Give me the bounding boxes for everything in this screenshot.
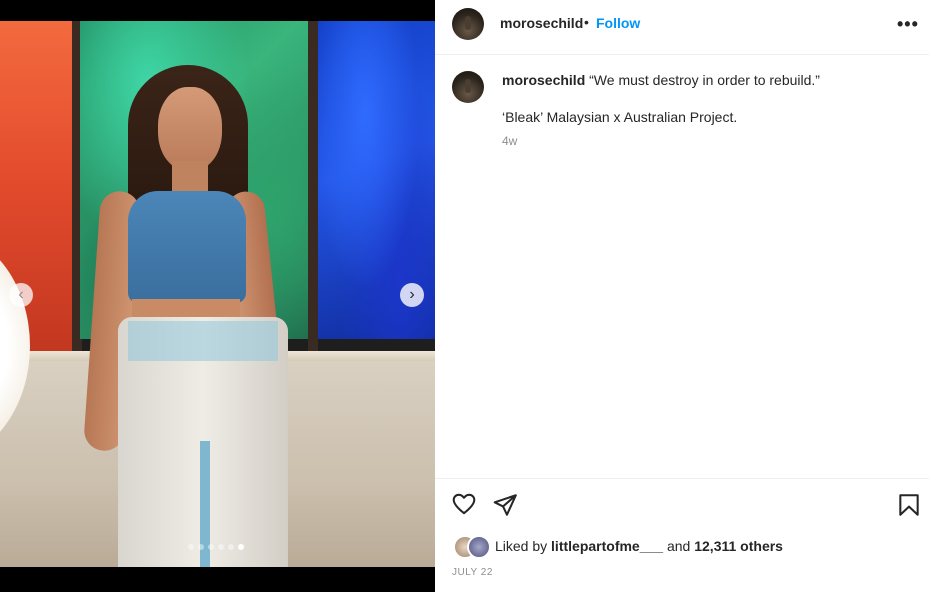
person-top (128, 191, 246, 303)
chevron-left-icon: ‹ (18, 286, 24, 303)
caption: morosechild “We must destroy in order to… (502, 72, 820, 88)
post-photo: ‹ › (0, 21, 435, 567)
caption-line-2: ‘Bleak’ Malaysian x Australian Project. (502, 109, 738, 125)
chevron-right-icon: › (409, 286, 415, 303)
more-options-icon[interactable]: ••• (897, 14, 919, 35)
likes-text: Liked by littlepartofme___ and 12,311 ot… (495, 538, 783, 554)
follow-button[interactable]: Follow (596, 15, 640, 31)
likes-row: Liked by littlepartofme___ and 12,311 ot… (453, 535, 913, 559)
avatar[interactable] (452, 8, 484, 40)
wall-frame (308, 21, 318, 351)
header-username[interactable]: morosechild (500, 15, 583, 31)
send-icon[interactable] (492, 492, 518, 518)
caption-avatar[interactable] (452, 71, 484, 103)
likes-others-link[interactable]: 12,311 others (694, 538, 783, 554)
carousel-dot (218, 544, 224, 550)
post-header: morosechild • Follow ••• (435, 0, 929, 55)
person-pants-band (128, 321, 278, 361)
caption-timestamp[interactable]: 4w (502, 134, 517, 148)
heart-icon[interactable] (451, 491, 477, 517)
carousel-dot (238, 544, 244, 550)
carousel-dot (208, 544, 214, 550)
post-side-panel: morosechild • Follow ••• morosechild “We… (435, 0, 929, 592)
liker-username[interactable]: littlepartofme___ (551, 538, 663, 554)
liker-avatar[interactable] (467, 535, 491, 559)
post-date[interactable]: JULY 22 (452, 567, 493, 578)
carousel-dot (198, 544, 204, 550)
likes-prefix: Liked by (495, 538, 548, 554)
bookmark-icon[interactable] (896, 492, 922, 518)
divider (435, 478, 929, 479)
carousel-next-button[interactable]: › (400, 283, 424, 307)
person-face (158, 87, 222, 171)
carousel-dot (188, 544, 194, 550)
carousel-prev-button[interactable]: ‹ (9, 283, 33, 307)
carousel-dot (228, 544, 234, 550)
separator-dot: • (584, 14, 589, 30)
carousel-indicator (188, 544, 244, 550)
likes-middle: and (666, 538, 691, 554)
caption-text: “We must destroy in order to rebuild.” (589, 72, 820, 88)
caption-username[interactable]: morosechild (502, 72, 585, 88)
